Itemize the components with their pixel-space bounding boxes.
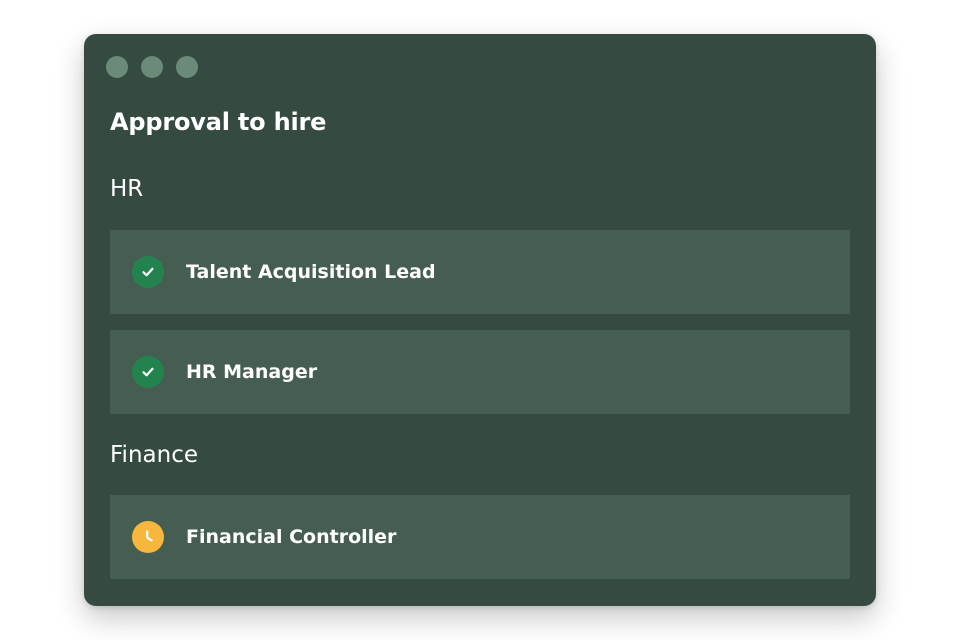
check-circle-icon	[132, 356, 164, 388]
check-circle-icon	[132, 256, 164, 288]
approval-row-talent-acquisition-lead[interactable]: Talent Acquisition Lead	[110, 230, 850, 314]
section-heading-finance: Finance	[110, 442, 198, 468]
section-heading-hr: HR	[110, 176, 144, 202]
window-dot-minimize[interactable]	[141, 56, 163, 78]
window-controls	[106, 56, 198, 78]
window-dot-close[interactable]	[106, 56, 128, 78]
clock-icon	[132, 521, 164, 553]
approver-label: Financial Controller	[186, 526, 397, 548]
approval-row-hr-manager[interactable]: HR Manager	[110, 330, 850, 414]
approval-row-financial-controller[interactable]: Financial Controller	[110, 495, 850, 579]
page-title: Approval to hire	[110, 108, 327, 136]
approver-label: HR Manager	[186, 361, 318, 383]
approver-label: Talent Acquisition Lead	[186, 261, 436, 283]
window-dot-maximize[interactable]	[176, 56, 198, 78]
approval-window: Approval to hire HR Talent Acquisition L…	[84, 34, 876, 606]
